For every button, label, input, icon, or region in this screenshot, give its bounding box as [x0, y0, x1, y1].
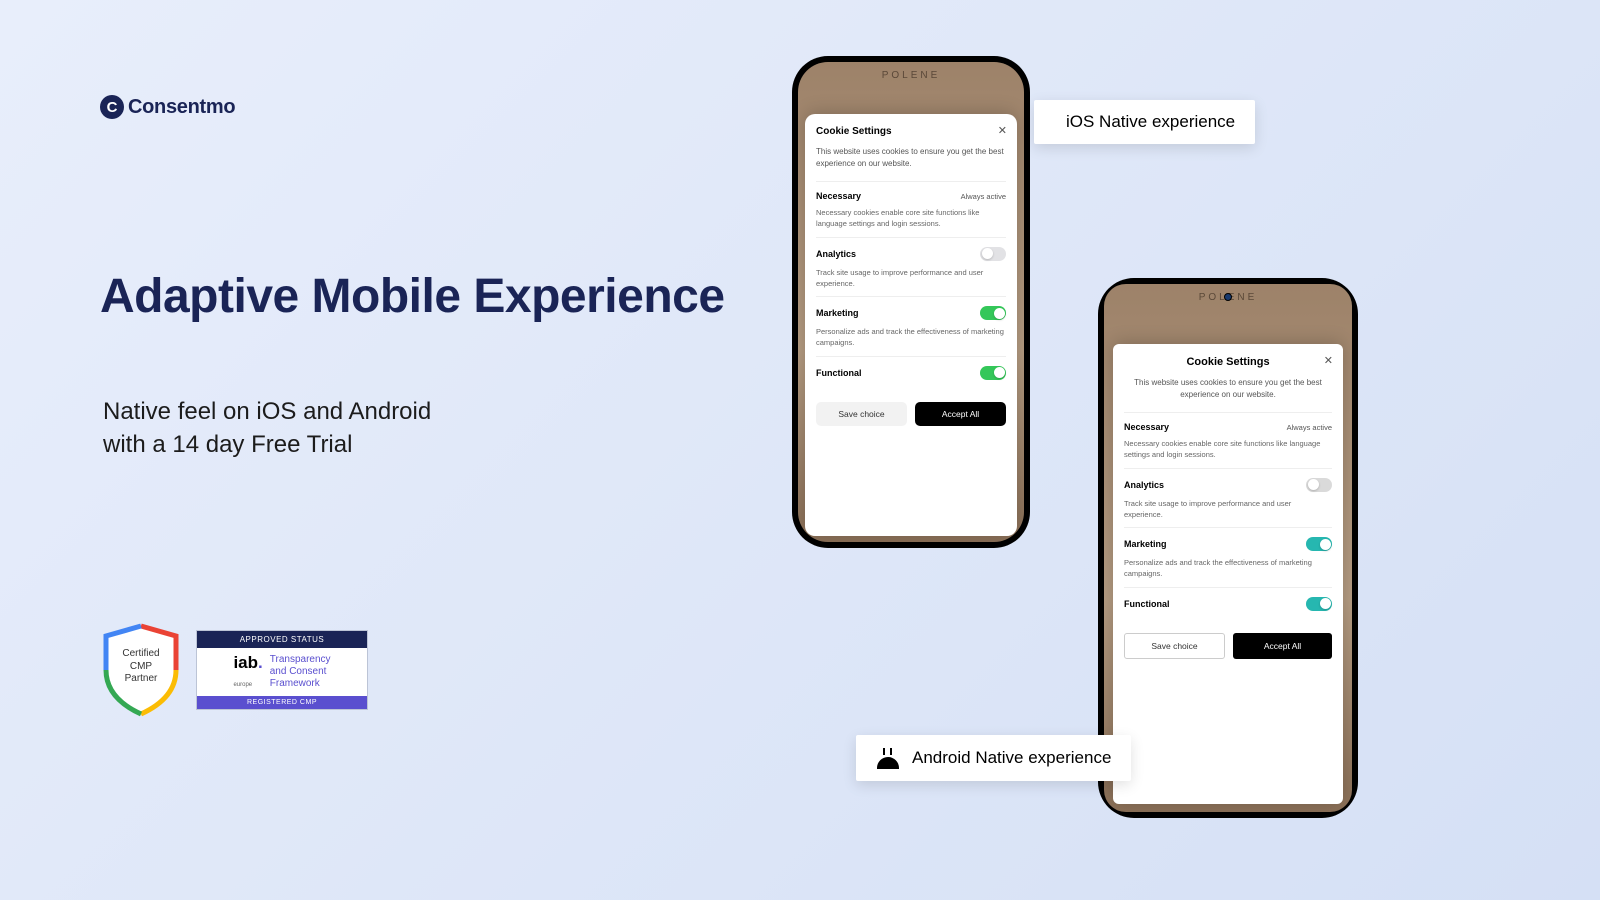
- cat-desc: Necessary cookies enable core site funct…: [816, 207, 1006, 230]
- functional-toggle[interactable]: [1306, 597, 1332, 611]
- sheet-title: Cookie Settings: [816, 126, 1006, 137]
- certification-badges: Certified CMPPartner APPROVED STATUS iab.…: [98, 622, 368, 718]
- cat-name: Marketing: [1124, 539, 1167, 549]
- android-phone-mockup: POLENE ✕ Cookie Settings This website us…: [1098, 278, 1358, 818]
- shield-text-3: Partner: [125, 673, 158, 684]
- cat-desc: Personalize ads and track the effectiven…: [816, 326, 1006, 349]
- camera-icon: [1224, 293, 1232, 301]
- cat-name: Necessary: [816, 191, 861, 201]
- analytics-toggle[interactable]: [980, 247, 1006, 261]
- logo-mark-letter: C: [107, 99, 118, 116]
- cmp-partner-badge: Certified CMPPartner: [98, 622, 184, 718]
- cat-name: Functional: [1124, 599, 1170, 609]
- functional-toggle[interactable]: [980, 366, 1006, 380]
- ios-experience-tag: iOS Native experience: [1034, 100, 1255, 144]
- cat-name: Functional: [816, 368, 862, 378]
- cat-name: Marketing: [816, 308, 859, 318]
- ios-phone-mockup: POLENE ✕ Cookie Settings This website us…: [792, 56, 1030, 548]
- cat-name: Necessary: [1124, 422, 1169, 432]
- accept-all-button[interactable]: Accept All: [915, 402, 1006, 426]
- close-icon[interactable]: ✕: [1324, 354, 1333, 367]
- sheet-description: This website uses cookies to ensure you …: [1124, 377, 1332, 401]
- iab-sub: europe: [233, 682, 252, 688]
- cat-name: Analytics: [816, 249, 856, 259]
- shield-text-2: CMP: [130, 661, 152, 672]
- save-choice-button[interactable]: Save choice: [1124, 633, 1225, 659]
- ios-screen-brand: POLENE: [798, 62, 1024, 81]
- cat-desc: Necessary cookies enable core site funct…: [1124, 438, 1332, 461]
- category-marketing: Marketing Personalize ads and track the …: [1124, 527, 1332, 587]
- ios-cookie-sheet: ✕ Cookie Settings This website uses cook…: [805, 114, 1017, 536]
- iab-status: APPROVED STATUS: [197, 631, 367, 648]
- cat-name: Analytics: [1124, 480, 1164, 490]
- iab-line-1: Transparency: [270, 654, 331, 665]
- category-functional: Functional: [816, 356, 1006, 393]
- android-cookie-sheet: ✕ Cookie Settings This website uses cook…: [1113, 344, 1343, 804]
- iab-logo-icon: iab.: [233, 653, 262, 672]
- always-active-label: Always active: [1287, 423, 1332, 432]
- iab-line-3: Framework: [270, 678, 320, 689]
- category-analytics: Analytics Track site usage to improve pe…: [1124, 468, 1332, 528]
- category-necessary: Necessary Always active Necessary cookies…: [1124, 412, 1332, 468]
- category-functional: Functional: [1124, 587, 1332, 624]
- analytics-toggle[interactable]: [1306, 478, 1332, 492]
- android-tag-label: Android Native experience: [912, 748, 1111, 768]
- cat-desc: Personalize ads and track the effectiven…: [1124, 557, 1332, 580]
- brand-name: Consentmo: [128, 96, 235, 119]
- brand-logo: C Consentmo: [100, 95, 235, 119]
- always-active-label: Always active: [961, 192, 1006, 201]
- iab-line-2: and Consent: [270, 666, 327, 677]
- accept-all-button[interactable]: Accept All: [1233, 633, 1332, 659]
- shield-text-1: Certified: [122, 648, 159, 659]
- sheet-title: Cookie Settings: [1124, 356, 1332, 368]
- logo-mark-icon: C: [100, 95, 124, 119]
- page-subtitle: Native feel on iOS and Android with a 14…: [103, 395, 431, 461]
- subtitle-line-1: Native feel on iOS and Android: [103, 398, 431, 425]
- android-experience-tag: Android Native experience: [856, 735, 1131, 781]
- category-marketing: Marketing Personalize ads and track the …: [816, 296, 1006, 356]
- marketing-toggle[interactable]: [1306, 537, 1332, 551]
- category-necessary: Necessary Always active Necessary cookies…: [816, 181, 1006, 237]
- marketing-toggle[interactable]: [980, 306, 1006, 320]
- iab-tcf-badge: APPROVED STATUS iab. europe Transparency…: [196, 630, 368, 710]
- ios-tag-label: iOS Native experience: [1066, 112, 1235, 132]
- save-choice-button[interactable]: Save choice: [816, 402, 907, 426]
- category-analytics: Analytics Track site usage to improve pe…: [816, 237, 1006, 297]
- iab-registered: REGISTERED CMP: [197, 696, 367, 709]
- cat-desc: Track site usage to improve performance …: [816, 267, 1006, 290]
- page-title: Adaptive Mobile Experience: [100, 270, 725, 324]
- android-icon: [876, 747, 900, 769]
- close-icon[interactable]: ✕: [998, 124, 1007, 137]
- subtitle-line-2: with a 14 day Free Trial: [103, 431, 352, 458]
- sheet-description: This website uses cookies to ensure you …: [816, 146, 1006, 170]
- cat-desc: Track site usage to improve performance …: [1124, 498, 1332, 521]
